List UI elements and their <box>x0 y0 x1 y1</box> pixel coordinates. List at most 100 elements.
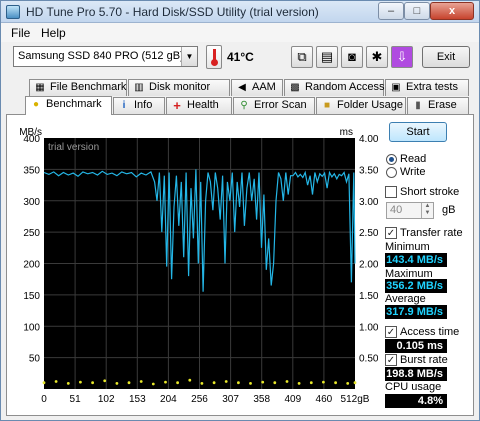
access-time-point <box>273 381 277 385</box>
access-time-point <box>297 382 301 385</box>
magnifier-icon: ⚲ <box>240 100 248 111</box>
tab-health[interactable]: + Health <box>166 97 232 114</box>
write-radio[interactable] <box>386 167 397 178</box>
file-icon: ▦ <box>35 82 45 93</box>
spinner-arrows-icon[interactable]: ▲ ▼ <box>421 203 433 218</box>
tab-folder-usage[interactable]: ■ Folder Usage <box>316 97 406 114</box>
access-time-point <box>115 382 119 385</box>
y-right-tick: 3.00 <box>359 197 379 208</box>
access-time-checkbox[interactable] <box>385 326 397 338</box>
x-tick: 51 <box>70 394 82 405</box>
y-left-tick: 150 <box>23 291 40 302</box>
access-time-point <box>127 381 131 385</box>
access-time-point <box>103 379 107 383</box>
toolbar: Samsung SSD 840 PRO (512 gB) ▼ 41°C ⧉ ▤ … <box>1 42 479 76</box>
start-button[interactable]: Start <box>389 122 447 142</box>
write-label: Write <box>400 166 426 178</box>
extra-icon: ▣ <box>391 82 401 93</box>
short-stroke-spinner[interactable]: 40 ▲ ▼ <box>386 202 434 219</box>
health-icon: + <box>173 98 181 113</box>
access-time-point <box>285 380 289 383</box>
maximum-value: 356.2 MB/s <box>385 279 447 293</box>
menu-bar: File Help <box>1 23 479 42</box>
settings-icon[interactable]: ✱ <box>366 46 388 68</box>
bulb-icon: ● <box>32 99 40 110</box>
y-left-tick: 300 <box>23 197 40 208</box>
read-radio[interactable] <box>386 154 397 165</box>
app-window: HD Tune Pro 5.70 - Hard Disk/SSD Utility… <box>0 0 480 421</box>
access-time-point <box>353 381 357 385</box>
access-time-point <box>176 381 180 385</box>
average-value: 317.9 MB/s <box>385 305 447 319</box>
tab-label: Benchmark <box>46 98 102 110</box>
y-left-tick: 350 <box>23 165 40 176</box>
access-time-value: 0.105 ms <box>385 339 447 353</box>
app-icon <box>6 5 20 19</box>
tab-file-benchmark[interactable]: ▦ File Benchmark <box>29 79 127 96</box>
minimize-button[interactable]: – <box>378 2 404 20</box>
access-time-point <box>346 382 350 385</box>
access-time-point <box>249 382 252 385</box>
average-label: Average <box>385 293 426 305</box>
access-time-point <box>79 380 82 384</box>
transfer-rate-checkbox[interactable] <box>385 227 397 239</box>
transfer-rate-label: Transfer rate <box>400 227 463 239</box>
burst-rate-checkbox[interactable] <box>385 354 397 366</box>
short-stroke-label: Short stroke <box>400 186 460 198</box>
access-time-point <box>66 382 70 385</box>
trash-icon: ▮ <box>415 100 421 111</box>
thermometer-icon <box>206 45 222 69</box>
menu-help[interactable]: Help <box>41 26 66 40</box>
x-tick: 153 <box>129 394 146 405</box>
tab-label: Health <box>187 99 219 111</box>
y-right-tick: 3.50 <box>359 165 379 176</box>
x-tick: 460 <box>316 394 333 405</box>
window-title: HD Tune Pro 5.70 - Hard Disk/SSD Utility… <box>26 5 319 19</box>
benchmark-chart: MB/s ms 400 350 300 250 200 150 100 50 4.00 3.50 3.0… <box>1 121 381 411</box>
x-tick: 256 <box>191 394 208 405</box>
tab-info[interactable]: i Info <box>113 97 165 114</box>
tab-label: Folder Usage <box>337 99 404 111</box>
drive-select[interactable]: Samsung SSD 840 PRO (512 gB) ▼ <box>13 46 198 67</box>
access-time-point <box>309 381 313 385</box>
save-icon[interactable]: ▤ <box>316 46 338 68</box>
cpu-usage-label: CPU usage <box>385 381 442 393</box>
watermark-text: trial version <box>48 142 99 153</box>
tab-label: Info <box>134 99 153 111</box>
tab-erase[interactable]: ▮ Erase <box>407 97 469 114</box>
copy-icon[interactable]: ⧉ <box>291 46 313 68</box>
close-button[interactable]: x <box>430 2 474 20</box>
exit-button[interactable]: Exit <box>422 46 470 68</box>
title-bar[interactable]: HD Tune Pro 5.70 - Hard Disk/SSD Utility… <box>1 1 479 23</box>
access-time-point <box>54 380 58 383</box>
access-time-point <box>224 380 228 383</box>
down-arrow-icon[interactable]: ⇩ <box>391 46 413 68</box>
chevron-down-icon[interactable]: ▼ <box>181 47 197 66</box>
camera-icon[interactable]: ◙ <box>341 46 363 68</box>
x-tick: 409 <box>284 394 301 405</box>
y-left-tick: 100 <box>23 322 40 333</box>
tab-label: Random Access <box>305 81 385 93</box>
access-time-point <box>237 381 240 385</box>
tab-label: File Benchmark <box>50 81 127 93</box>
monitor-icon: ▥ <box>134 82 144 93</box>
y-right-tick: 2.50 <box>359 228 379 239</box>
tab-disk-monitor[interactable]: ▥ Disk monitor <box>128 79 230 96</box>
access-time-point <box>91 381 94 385</box>
burst-rate-value: 198.8 MB/s <box>385 367 447 381</box>
access-time-point <box>42 381 46 385</box>
tab-benchmark[interactable]: ● Benchmark <box>25 96 112 115</box>
random-icon: ▩ <box>290 82 300 93</box>
tab-error-scan[interactable]: ⚲ Error Scan <box>233 97 315 114</box>
short-stroke-checkbox[interactable] <box>385 186 397 198</box>
maximize-button[interactable]: □ <box>404 2 430 20</box>
y-left-tick: 400 <box>23 134 40 145</box>
tab-label: Disk monitor <box>149 81 211 93</box>
tab-extra-tests[interactable]: ▣ Extra tests <box>385 79 469 96</box>
tab-aam[interactable]: ◀ AAM <box>231 79 283 96</box>
menu-file[interactable]: File <box>11 26 30 40</box>
access-time-point <box>261 380 265 384</box>
minimum-label: Minimum <box>385 241 430 253</box>
y-left-tick: 50 <box>29 354 41 365</box>
tab-random-access[interactable]: ▩ Random Access <box>284 79 384 96</box>
